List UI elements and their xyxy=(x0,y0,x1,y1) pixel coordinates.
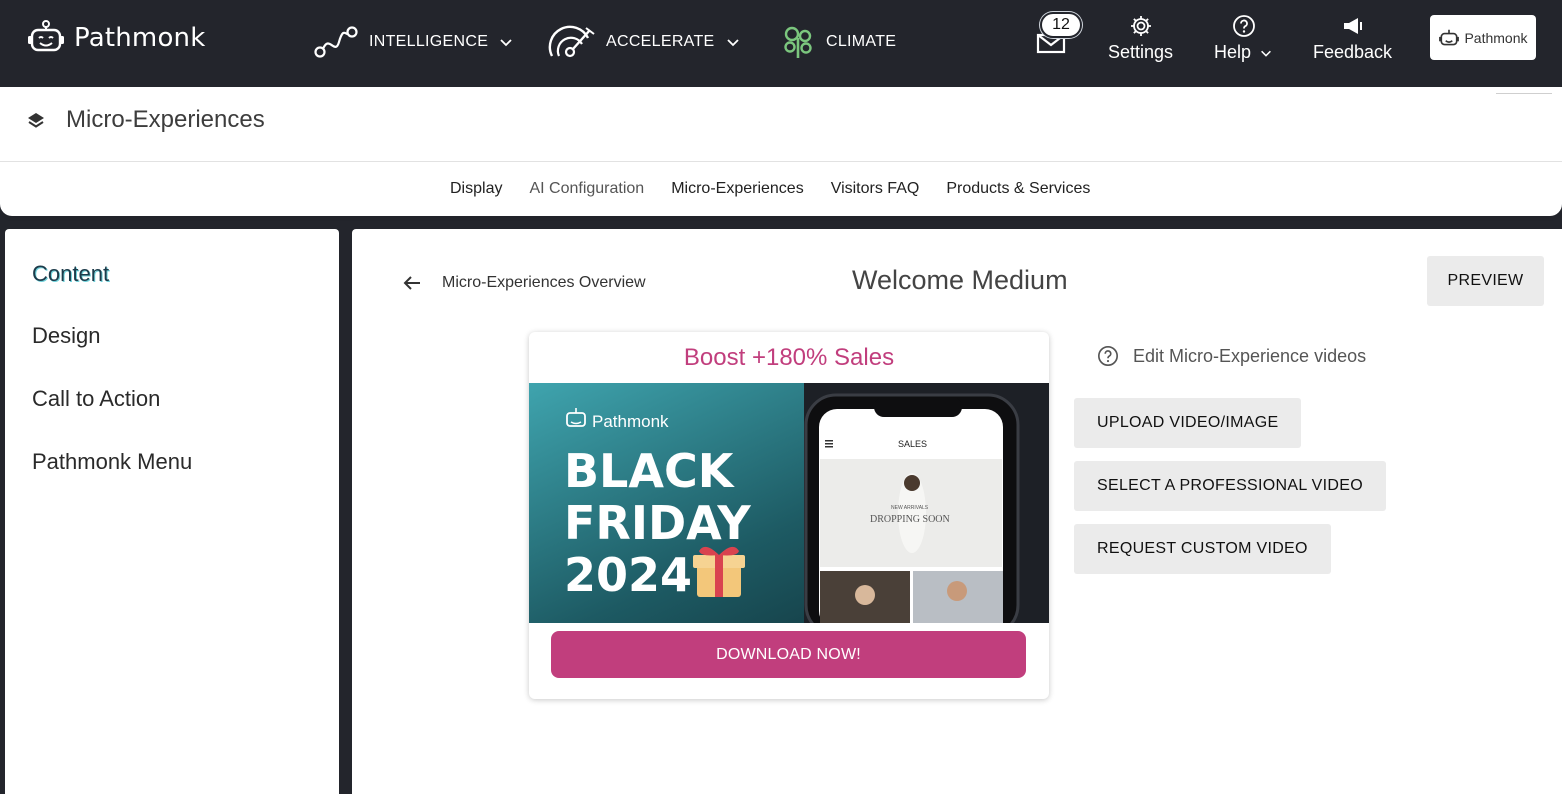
chevron-down-icon xyxy=(726,39,739,47)
back-link[interactable]: Micro-Experiences Overview xyxy=(400,271,646,295)
megaphone-icon xyxy=(1343,18,1362,34)
help-button[interactable]: Help xyxy=(1214,14,1273,63)
account-label: Pathmonk xyxy=(1464,29,1528,46)
settings-label: Settings xyxy=(1108,42,1174,62)
feedback-label: Feedback xyxy=(1313,42,1393,62)
sidebar-item-pathmonk-menu[interactable]: Pathmonk Menu xyxy=(32,449,192,475)
tab-products-services[interactable]: Products & Services xyxy=(946,180,1090,198)
card-headline: Boost +180% Sales xyxy=(683,344,895,371)
page-title: Micro-Experiences xyxy=(66,106,265,133)
pathmonk-logo-icon xyxy=(28,20,64,52)
nav-intelligence-label: INTELLIGENCE xyxy=(369,33,489,50)
sidebar-item-content[interactable]: Content xyxy=(32,261,109,287)
image-brand: Pathmonk xyxy=(592,412,669,431)
tab-display[interactable]: Display xyxy=(450,180,502,198)
edit-videos-label: Edit Micro-Experience videos xyxy=(1133,345,1367,366)
sidebar: Content Design Call to Action Pathmonk M… xyxy=(5,229,339,794)
gear-icon xyxy=(1130,16,1151,36)
promo-image: Pathmonk BLACK FRIDAY 2024 SALES NEW ARR… xyxy=(529,383,1049,623)
download-now-button[interactable]: DOWNLOAD NOW! xyxy=(551,631,1026,678)
help-label: Help xyxy=(1214,42,1252,62)
phone-banner-small: NEW ARRIVALS xyxy=(891,505,929,511)
nav-accelerate[interactable]: ACCELERATE xyxy=(548,24,741,60)
mail-count-badge: 12 xyxy=(1040,12,1082,38)
section-tabs: Display AI Configuration Micro-Experienc… xyxy=(0,162,1562,216)
feedback-button[interactable]: Feedback xyxy=(1313,14,1392,63)
micro-experience-preview-card: Boost +180% Sales Pathmonk BLACK FRIDAY … xyxy=(529,332,1049,699)
upload-video-image-button[interactable]: UPLOAD VIDEO/IMAGE xyxy=(1074,398,1302,448)
sidebar-item-call-to-action[interactable]: Call to Action xyxy=(32,386,160,412)
nav-accelerate-label: ACCELERATE xyxy=(606,33,715,50)
back-link-label: Micro-Experiences Overview xyxy=(442,274,646,291)
layers-icon xyxy=(28,113,44,128)
divider xyxy=(1496,93,1552,94)
request-custom-video-button[interactable]: REQUEST CUSTOM VIDEO xyxy=(1074,524,1331,574)
micro-experience-title: Welcome Medium xyxy=(852,265,1068,295)
account-button[interactable]: Pathmonk xyxy=(1430,15,1536,60)
question-circle-icon xyxy=(1232,15,1255,37)
nav-intelligence[interactable]: INTELLIGENCE xyxy=(313,24,514,60)
question-circle-icon xyxy=(1098,346,1118,366)
phone-header: SALES xyxy=(898,439,927,449)
tree-icon xyxy=(784,26,812,58)
tab-visitors-faq[interactable]: Visitors FAQ xyxy=(831,180,920,198)
phone-mockup: SALES NEW ARRIVALS DROPPING SOON xyxy=(804,393,1020,623)
arrow-left-icon xyxy=(403,276,420,290)
preview-button[interactable]: PREVIEW xyxy=(1427,256,1544,306)
pathmonk-logo-icon xyxy=(1439,29,1460,45)
chevron-down-icon xyxy=(1261,50,1271,57)
top-nav: Pathmonk INTELLIGENCE ACCELERATE CLIMATE… xyxy=(0,0,1562,87)
help-label-row: Help xyxy=(1214,42,1273,63)
gauge-icon xyxy=(548,25,595,58)
nav-climate[interactable]: CLIMATE xyxy=(780,24,896,60)
page-header: Micro-Experiences xyxy=(0,87,1562,162)
image-line2: FRIDAY xyxy=(564,496,751,550)
brand[interactable]: Pathmonk xyxy=(26,18,206,58)
settings-button[interactable]: Settings xyxy=(1108,14,1173,63)
main-panel: Micro-Experiences Overview Welcome Mediu… xyxy=(352,229,1562,794)
brand-name: Pathmonk xyxy=(74,23,206,53)
route-icon xyxy=(314,26,358,58)
phone-banner: DROPPING SOON xyxy=(870,514,950,525)
sidebar-item-design[interactable]: Design xyxy=(32,323,100,349)
image-line1: BLACK xyxy=(564,444,736,498)
tab-ai-configuration[interactable]: AI Configuration xyxy=(529,180,644,198)
select-professional-video-button[interactable]: SELECT A PROFESSIONAL VIDEO xyxy=(1074,461,1386,511)
image-line3: 2024 xyxy=(564,548,692,602)
tab-micro-experiences[interactable]: Micro-Experiences xyxy=(671,180,803,198)
nav-climate-label: CLIMATE xyxy=(826,33,897,50)
chevron-down-icon xyxy=(500,39,512,47)
edit-videos-help[interactable]: Edit Micro-Experience videos xyxy=(1097,345,1366,367)
